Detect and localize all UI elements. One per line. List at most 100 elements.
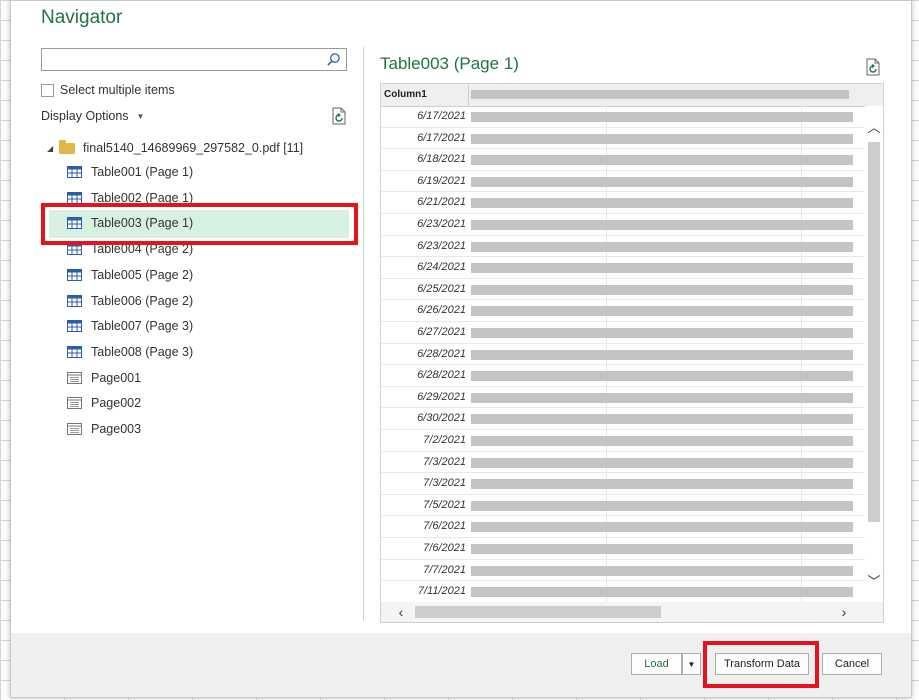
table-row: 6/17/2021 <box>381 128 865 150</box>
redacted-cell <box>471 457 853 468</box>
tree-item[interactable]: Table008 (Page 3) <box>67 341 193 363</box>
tree-item[interactable]: Table005 (Page 2) <box>67 264 193 286</box>
tree-item[interactable]: Page003 <box>67 418 141 440</box>
table-header: Column1 <box>381 84 883 107</box>
table-row: 6/17/2021 <box>381 106 865 128</box>
tree-item[interactable]: Page002 <box>67 392 141 414</box>
refresh-icon[interactable] <box>331 107 347 125</box>
caret-down-icon: ▼ <box>136 111 145 121</box>
display-options-label: Display Options <box>41 109 129 123</box>
row-date: 6/26/2021 <box>417 304 466 317</box>
scroll-right-icon[interactable]: › <box>836 603 852 621</box>
row-date: 6/23/2021 <box>417 218 466 230</box>
header-divider <box>468 84 469 106</box>
row-date: 6/18/2021 <box>417 153 466 166</box>
preview-title: Table003 (Page 1) <box>380 54 519 73</box>
row-date: 7/6/2021 <box>423 542 466 554</box>
scroll-left-icon[interactable]: ‹ <box>393 603 409 621</box>
column-header: Column1 <box>384 89 427 100</box>
row-date: 6/19/2021 <box>417 174 466 187</box>
select-multiple-checkbox[interactable] <box>41 83 54 97</box>
table-row: 7/6/2021 <box>381 516 865 538</box>
row-date: 6/29/2021 <box>417 390 466 403</box>
search-icon[interactable] <box>326 52 341 67</box>
tree-item[interactable]: Page001 <box>67 367 141 389</box>
row-date: 6/25/2021 <box>417 282 466 295</box>
page-icon <box>67 423 82 435</box>
table-row: 6/24/2021 <box>381 257 865 279</box>
tree-item-label: Table001 (Page 1) <box>91 165 194 179</box>
tree-item[interactable]: Table006 (Page 2) <box>67 290 193 312</box>
redacted-cell <box>471 220 853 230</box>
preview-table: Column1 6/17/2021 6/17/2021 6/18/2021 6/19/… <box>380 83 884 623</box>
table-row: 6/21/2021 <box>381 192 865 214</box>
redacted-cell <box>471 479 853 490</box>
table-row: 7/3/2021 <box>381 473 865 495</box>
tree-item[interactable]: Table001 (Page 1) <box>67 161 193 183</box>
redacted-cell <box>471 155 853 166</box>
table-icon <box>67 345 82 358</box>
search-input[interactable] <box>45 49 329 71</box>
row-date: 6/17/2021 <box>417 131 466 144</box>
redacted-cell <box>471 176 853 187</box>
table-row: 6/19/2021 <box>381 171 865 193</box>
horizontal-scrollbar[interactable]: ‹ › <box>381 602 883 622</box>
load-button[interactable]: Load <box>631 653 682 675</box>
table-row: 6/23/2021 <box>381 214 865 236</box>
redacted-cell <box>471 565 853 576</box>
load-dropdown-icon[interactable]: ▼ <box>682 653 701 675</box>
cancel-button[interactable]: Cancel <box>822 653 882 675</box>
select-multiple-label: Select multiple items <box>60 83 175 97</box>
row-date: 6/24/2021 <box>417 261 466 274</box>
table-icon <box>67 191 82 204</box>
page-icon <box>67 397 82 410</box>
redacted-cell <box>471 500 853 511</box>
redacted-cell <box>471 392 853 403</box>
table-icon <box>67 166 82 178</box>
navigator-dialog: Navigator Select multiple items Display … <box>10 0 912 698</box>
scroll-down-icon[interactable]: ﹀ <box>867 574 881 590</box>
search-box[interactable] <box>41 48 347 71</box>
dialog-footer: Load ▼ Transform Data Cancel <box>11 633 911 697</box>
row-date: 7/3/2021 <box>423 477 466 490</box>
display-options-dropdown[interactable]: Display Options ▼ <box>41 109 144 123</box>
redacted-cell <box>471 544 853 554</box>
annotation-highlight-transform <box>703 641 819 688</box>
redacted-cell <box>471 371 853 382</box>
table-row: 6/23/2021 <box>381 236 865 258</box>
table-row: 7/5/2021 <box>381 495 865 517</box>
vertical-scroll-thumb[interactable] <box>868 142 880 522</box>
redacted-cell <box>471 198 853 209</box>
tree-item[interactable]: Table007 (Page 3) <box>67 315 193 337</box>
select-multiple-option[interactable]: Select multiple items <box>41 83 175 97</box>
tree-folder[interactable]: ◢ final5140_14689969_297582_0.pdf [11] <box>47 137 303 159</box>
table-row: 6/26/2021 <box>381 300 865 322</box>
row-date: 6/30/2021 <box>417 412 466 425</box>
dialog-title: Navigator <box>41 7 123 28</box>
preview-refresh-icon[interactable] <box>865 58 881 76</box>
expand-triangle-icon[interactable]: ◢ <box>47 144 59 153</box>
row-date: 6/21/2021 <box>417 196 466 209</box>
tree-item-label: Page001 <box>91 370 142 385</box>
redacted-cell <box>471 306 853 317</box>
horizontal-scroll-thumb[interactable] <box>415 606 661 618</box>
tree-item-label: Table005 (Page 2) <box>91 267 194 282</box>
pane-divider[interactable] <box>363 47 364 621</box>
redacted-cell <box>471 133 853 144</box>
redacted-cell <box>471 414 853 425</box>
folder-label: final5140_14689969_297582_0.pdf [11] <box>83 141 304 155</box>
table-icon <box>67 294 82 307</box>
tree-item-label: Table006 (Page 2) <box>91 293 194 308</box>
redacted-cell <box>471 241 853 252</box>
row-date: 6/28/2021 <box>417 347 466 360</box>
row-date: 6/17/2021 <box>417 110 466 122</box>
scroll-up-icon[interactable]: ︿ <box>867 120 881 136</box>
redacted-cell <box>471 587 853 598</box>
row-date: 6/23/2021 <box>417 239 466 252</box>
vertical-scrollbar[interactable]: ︿ ﹀ <box>865 106 883 602</box>
table-row: 7/2/2021 <box>381 430 865 452</box>
table-icon <box>67 320 82 333</box>
table-row: 6/29/2021 <box>381 387 865 409</box>
redacted-cell <box>471 263 853 274</box>
tree-item-label: Table008 (Page 3) <box>91 344 194 359</box>
